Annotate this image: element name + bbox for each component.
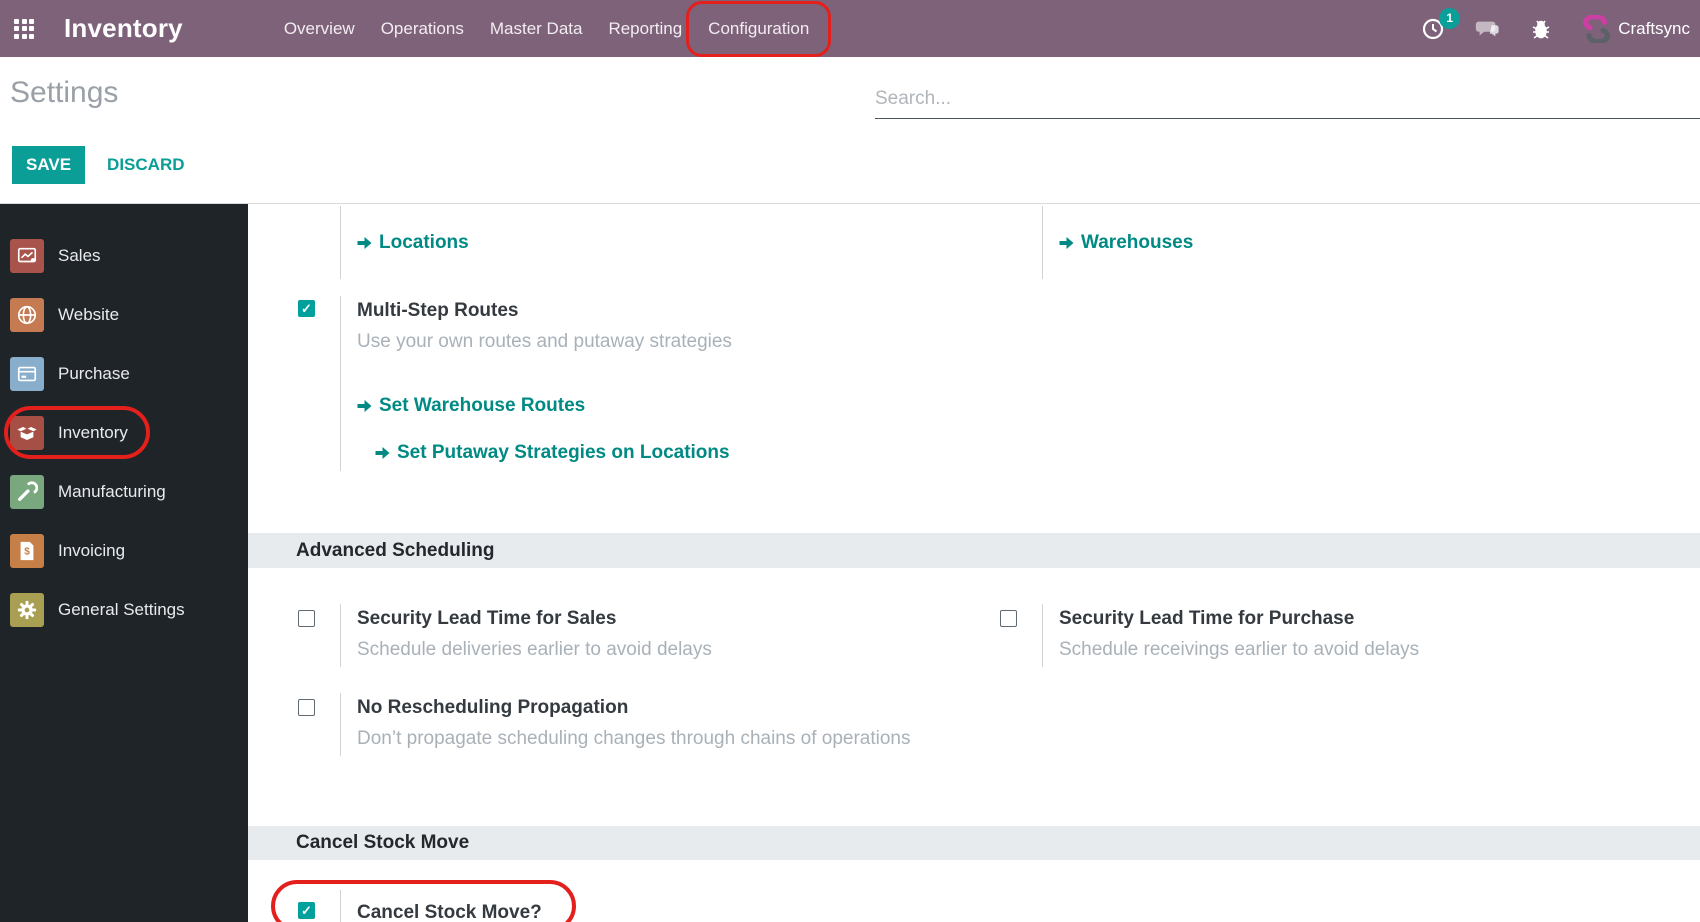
craftsync-logo-icon xyxy=(1583,14,1611,43)
cancel-stock-move-cell: ✓ Cancel Stock Move? xyxy=(296,890,998,922)
sidebar-item-label: General Settings xyxy=(58,599,185,619)
set-putaway-strategies-link[interactable]: Set Putaway Strategies on Locations xyxy=(375,442,730,464)
sales-chart-icon xyxy=(10,238,44,273)
nav-menu: Overview Operations Master Data Reportin… xyxy=(271,0,832,57)
website-globe-icon xyxy=(10,297,44,332)
security-lead-time-purchase-cell: Security Lead Time for Purchase Schedule… xyxy=(998,604,1700,667)
sidebar-item-manufacturing[interactable]: Manufacturing xyxy=(0,462,248,521)
arrow-right-icon xyxy=(1059,236,1074,249)
manufacturing-wrench-icon xyxy=(10,474,44,509)
main-area: Sales Website Purchase Inventory Manufac… xyxy=(0,203,1700,922)
cancel-stock-move-checkbox[interactable]: ✓ xyxy=(298,902,315,919)
security-lead-time-sales-checkbox[interactable] xyxy=(298,610,315,627)
sidebar-item-label: Manufacturing xyxy=(58,481,166,501)
no-rescheduling-description: Don’t propagate scheduling changes throu… xyxy=(357,728,911,749)
sidebar-item-label: Purchase xyxy=(58,363,130,383)
no-rescheduling-row: No Rescheduling Propagation Don’t propag… xyxy=(296,693,1700,756)
svg-text:$: $ xyxy=(24,546,30,557)
nav-item-configuration-label: Configuration xyxy=(708,18,810,38)
chat-icon[interactable] xyxy=(1474,16,1500,42)
sidebar-item-inventory[interactable]: Inventory xyxy=(0,403,248,462)
security-lead-time-purchase-label[interactable]: Security Lead Time for Purchase xyxy=(1059,608,1700,630)
top-nav: Inventory Overview Operations Master Dat… xyxy=(0,0,1700,57)
locations-cell: Locations xyxy=(296,206,998,279)
sidebar-item-invoicing[interactable]: $ Invoicing xyxy=(0,521,248,580)
multi-step-routes-row: ✓ Multi-Step Routes Use your own routes … xyxy=(296,296,1700,471)
app-title[interactable]: Inventory xyxy=(64,13,183,44)
user-menu[interactable]: Craftsync xyxy=(1582,14,1690,43)
security-lead-time-sales-label[interactable]: Security Lead Time for Sales xyxy=(357,608,998,630)
header-actions: SAVE DISCARD xyxy=(12,146,185,184)
sidebar-item-label: Sales xyxy=(58,245,101,265)
purchase-card-icon xyxy=(10,356,44,391)
save-button[interactable]: SAVE xyxy=(12,146,86,184)
set-warehouse-routes-link[interactable]: Set Warehouse Routes xyxy=(357,395,585,417)
activity-badge: 1 xyxy=(1439,7,1461,29)
sidebar-item-general-settings[interactable]: General Settings xyxy=(0,580,248,639)
discard-button[interactable]: DISCARD xyxy=(107,155,184,175)
search-input[interactable] xyxy=(875,86,1700,119)
security-lead-time-purchase-checkbox[interactable] xyxy=(1000,610,1017,627)
nav-item-operations[interactable]: Operations xyxy=(368,11,477,47)
settings-sidebar: Sales Website Purchase Inventory Manufac… xyxy=(0,204,248,922)
locations-link[interactable]: Locations xyxy=(357,232,469,254)
security-lead-time-row: Security Lead Time for Sales Schedule de… xyxy=(296,604,1700,667)
multi-step-routes-label[interactable]: Multi-Step Routes xyxy=(357,300,998,322)
section-header-advanced-scheduling: Advanced Scheduling xyxy=(248,533,1700,568)
sidebar-item-purchase[interactable]: Purchase xyxy=(0,344,248,403)
settings-header: Settings SAVE DISCARD xyxy=(0,57,1700,203)
multi-step-routes-description: Use your own routes and putaway strategi… xyxy=(357,331,732,352)
section-header-cancel-stock-move: Cancel Stock Move xyxy=(248,826,1700,860)
sidebar-item-website[interactable]: Website xyxy=(0,285,248,344)
inventory-box-icon xyxy=(10,415,44,450)
settings-content: Locations Warehouses ✓ Multi-Step Routes… xyxy=(248,204,1700,922)
security-lead-time-sales-description: Schedule deliveries earlier to avoid del… xyxy=(357,639,712,660)
cancel-stock-move-row: ✓ Cancel Stock Move? xyxy=(271,880,1700,922)
sidebar-item-label: Website xyxy=(58,304,120,324)
warehouses-link[interactable]: Warehouses xyxy=(1059,232,1193,254)
nav-item-configuration[interactable]: Configuration xyxy=(686,0,832,57)
security-lead-time-sales-cell: Security Lead Time for Sales Schedule de… xyxy=(296,604,998,667)
nav-item-overview[interactable]: Overview xyxy=(271,11,368,47)
warehouses-cell: Warehouses xyxy=(998,206,1700,279)
nav-right-icons: 1 Craftsync xyxy=(1420,7,1700,43)
no-rescheduling-label[interactable]: No Rescheduling Propagation xyxy=(357,697,998,719)
sidebar-item-label: Inventory xyxy=(58,422,128,442)
arrow-right-icon xyxy=(357,400,372,412)
user-name: Craftsync xyxy=(1618,18,1690,38)
bug-icon[interactable] xyxy=(1528,16,1554,42)
no-rescheduling-checkbox[interactable] xyxy=(298,699,315,716)
cancel-stock-move-label[interactable]: Cancel Stock Move? xyxy=(357,902,998,922)
page-title: Settings xyxy=(10,76,119,109)
invoicing-document-icon: $ xyxy=(10,533,44,568)
arrow-right-icon xyxy=(375,447,390,459)
arrow-right-icon xyxy=(357,236,372,249)
search-box xyxy=(875,86,1700,119)
multi-step-routes-cell: ✓ Multi-Step Routes Use your own routes … xyxy=(296,296,998,471)
multi-step-routes-checkbox[interactable]: ✓ xyxy=(298,300,315,317)
no-rescheduling-cell: No Rescheduling Propagation Don’t propag… xyxy=(296,693,998,756)
activity-clock-icon[interactable]: 1 xyxy=(1420,7,1461,42)
warehouse-links-row: Locations Warehouses xyxy=(296,206,1700,279)
sidebar-item-sales[interactable]: Sales xyxy=(0,226,248,285)
apps-grid-icon[interactable] xyxy=(14,18,34,39)
general-settings-gear-icon xyxy=(10,592,44,627)
security-lead-time-purchase-description: Schedule receivings earlier to avoid del… xyxy=(1059,639,1420,660)
nav-item-master-data[interactable]: Master Data xyxy=(477,11,596,47)
sidebar-item-label: Invoicing xyxy=(58,540,126,560)
nav-item-reporting[interactable]: Reporting xyxy=(595,11,695,47)
